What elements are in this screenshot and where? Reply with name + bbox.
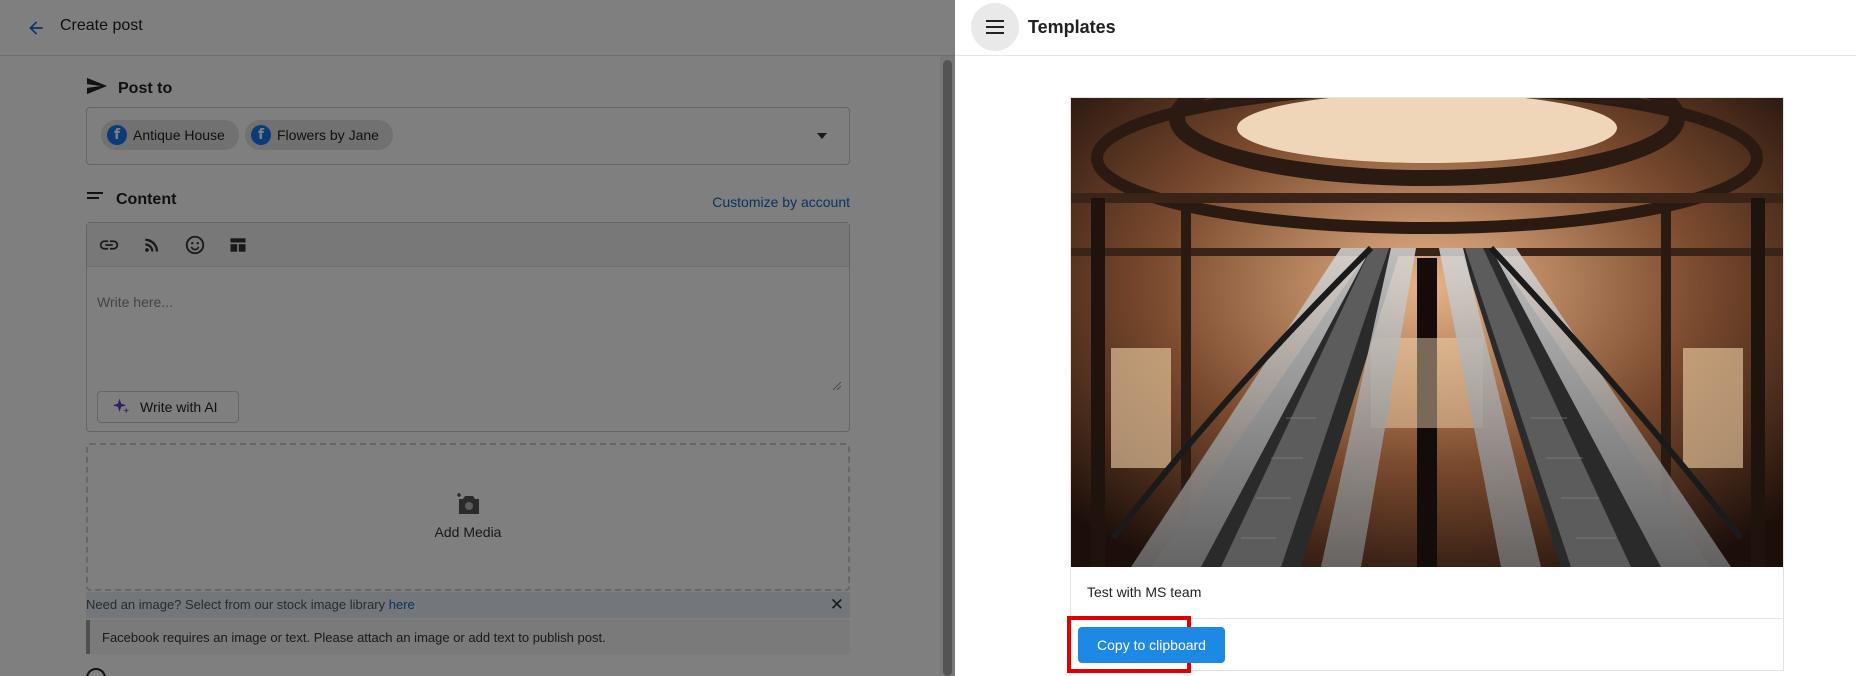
templates-drawer: Templates Test with MS team Copy to clip… xyxy=(955,0,1856,676)
template-name: Test with MS team xyxy=(1087,584,1202,600)
copy-to-clipboard-button[interactable]: Copy to clipboard xyxy=(1078,627,1225,663)
create-post-pane: Create post Post to f Antique House f Fl… xyxy=(0,0,955,676)
templates-header: Templates xyxy=(955,0,1856,56)
template-image xyxy=(1071,98,1783,567)
menu-icon[interactable] xyxy=(971,3,1019,51)
modal-backdrop[interactable] xyxy=(0,0,955,676)
template-card: Test with MS team xyxy=(1070,97,1784,671)
templates-title: Templates xyxy=(1028,17,1116,37)
